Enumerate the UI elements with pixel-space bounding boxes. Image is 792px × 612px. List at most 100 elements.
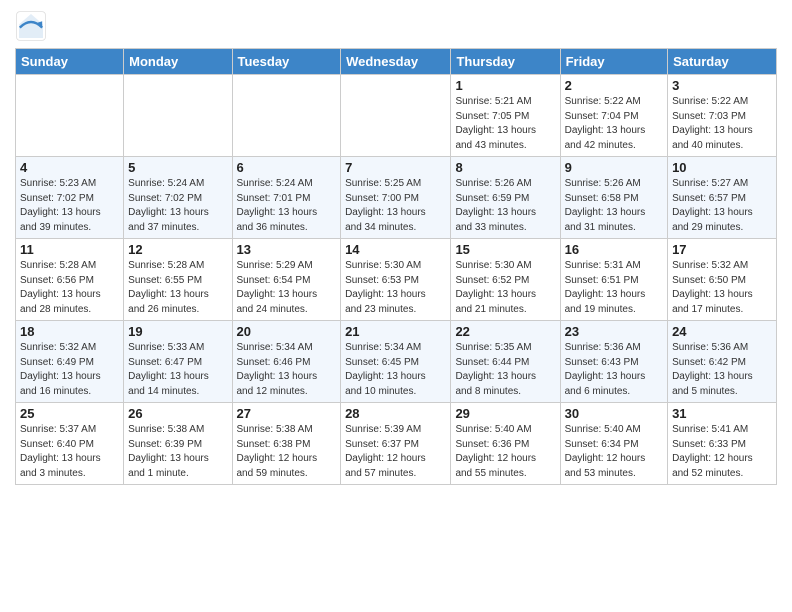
calendar-cell: 19 Sunrise: 5:33 AM Sunset: 6:47 PM Dayli… [124, 321, 232, 403]
day-info: Sunrise: 5:38 AM Sunset: 6:39 PM Dayligh… [128, 423, 227, 481]
calendar-cell: 16 Sunrise: 5:31 AM Sunset: 6:51 PM Dayli… [560, 239, 667, 321]
day-info: Sunrise: 5:22 AM Sunset: 7:03 PM Dayligh… [672, 95, 772, 153]
day-number: 26 [128, 406, 227, 421]
day-info: Sunrise: 5:37 AM Sunset: 6:40 PM Dayligh… [20, 423, 119, 481]
day-number: 3 [672, 78, 772, 93]
calendar-cell: 22 Sunrise: 5:35 AM Sunset: 6:44 PM Dayli… [451, 321, 560, 403]
day-number: 25 [20, 406, 119, 421]
day-number: 4 [20, 160, 119, 175]
day-info: Sunrise: 5:29 AM Sunset: 6:54 PM Dayligh… [237, 259, 337, 317]
day-number: 2 [565, 78, 663, 93]
day-number: 21 [345, 324, 446, 339]
calendar: SundayMondayTuesdayWednesdayThursdayFrid… [15, 48, 777, 485]
week-row-5: 25 Sunrise: 5:37 AM Sunset: 6:40 PM Dayli… [16, 403, 777, 485]
weekday-header-thursday: Thursday [451, 49, 560, 75]
day-number: 9 [565, 160, 663, 175]
day-number: 18 [20, 324, 119, 339]
day-info: Sunrise: 5:28 AM Sunset: 6:55 PM Dayligh… [128, 259, 227, 317]
day-info: Sunrise: 5:32 AM Sunset: 6:50 PM Dayligh… [672, 259, 772, 317]
weekday-header-friday: Friday [560, 49, 667, 75]
logo-icon [15, 10, 47, 42]
day-number: 6 [237, 160, 337, 175]
day-number: 19 [128, 324, 227, 339]
day-number: 29 [455, 406, 555, 421]
weekday-header-monday: Monday [124, 49, 232, 75]
calendar-cell: 9 Sunrise: 5:26 AM Sunset: 6:58 PM Daylig… [560, 157, 667, 239]
calendar-cell: 5Sunrise: 5:24 AM Sunset: 7:02 PM Daylig… [124, 157, 232, 239]
calendar-cell: 2Sunrise: 5:22 AM Sunset: 7:04 PM Daylig… [560, 75, 667, 157]
week-row-2: 4Sunrise: 5:23 AM Sunset: 7:02 PM Daylig… [16, 157, 777, 239]
day-number: 5 [128, 160, 227, 175]
day-info: Sunrise: 5:39 AM Sunset: 6:37 PM Dayligh… [345, 423, 446, 481]
calendar-cell: 12 Sunrise: 5:28 AM Sunset: 6:55 PM Dayli… [124, 239, 232, 321]
day-info: Sunrise: 5:30 AM Sunset: 6:52 PM Dayligh… [455, 259, 555, 317]
day-info: Sunrise: 5:34 AM Sunset: 6:46 PM Dayligh… [237, 341, 337, 399]
calendar-cell: 17Sunrise: 5:32 AM Sunset: 6:50 PM Dayli… [668, 239, 777, 321]
day-info: Sunrise: 5:21 AM Sunset: 7:05 PM Dayligh… [455, 95, 555, 153]
calendar-cell [232, 75, 341, 157]
day-number: 22 [455, 324, 555, 339]
day-info: Sunrise: 5:26 AM Sunset: 6:59 PM Dayligh… [455, 177, 555, 235]
day-info: Sunrise: 5:24 AM Sunset: 7:01 PM Dayligh… [237, 177, 337, 235]
weekday-header-saturday: Saturday [668, 49, 777, 75]
day-number: 7 [345, 160, 446, 175]
day-info: Sunrise: 5:32 AM Sunset: 6:49 PM Dayligh… [20, 341, 119, 399]
calendar-cell: 8 Sunrise: 5:26 AM Sunset: 6:59 PM Daylig… [451, 157, 560, 239]
day-number: 27 [237, 406, 337, 421]
calendar-cell: 26 Sunrise: 5:38 AM Sunset: 6:39 PM Dayli… [124, 403, 232, 485]
calendar-cell [16, 75, 124, 157]
day-info: Sunrise: 5:36 AM Sunset: 6:42 PM Dayligh… [672, 341, 772, 399]
day-number: 12 [128, 242, 227, 257]
day-number: 16 [565, 242, 663, 257]
calendar-cell: 21 Sunrise: 5:34 AM Sunset: 6:45 PM Dayli… [341, 321, 451, 403]
calendar-cell: 31 Sunrise: 5:41 AM Sunset: 6:33 PM Dayli… [668, 403, 777, 485]
day-info: Sunrise: 5:30 AM Sunset: 6:53 PM Dayligh… [345, 259, 446, 317]
day-number: 8 [455, 160, 555, 175]
day-number: 31 [672, 406, 772, 421]
logo [15, 10, 51, 42]
page: SundayMondayTuesdayWednesdayThursdayFrid… [0, 0, 792, 495]
day-number: 15 [455, 242, 555, 257]
calendar-cell: 7 Sunrise: 5:25 AM Sunset: 7:00 PM Daylig… [341, 157, 451, 239]
day-number: 23 [565, 324, 663, 339]
day-info: Sunrise: 5:33 AM Sunset: 6:47 PM Dayligh… [128, 341, 227, 399]
calendar-cell: 28Sunrise: 5:39 AM Sunset: 6:37 PM Dayli… [341, 403, 451, 485]
calendar-cell: 14 Sunrise: 5:30 AM Sunset: 6:53 PM Dayli… [341, 239, 451, 321]
weekday-header-sunday: Sunday [16, 49, 124, 75]
day-info: Sunrise: 5:40 AM Sunset: 6:36 PM Dayligh… [455, 423, 555, 481]
day-number: 14 [345, 242, 446, 257]
day-number: 13 [237, 242, 337, 257]
calendar-cell: 6 Sunrise: 5:24 AM Sunset: 7:01 PM Daylig… [232, 157, 341, 239]
day-info: Sunrise: 5:40 AM Sunset: 6:34 PM Dayligh… [565, 423, 663, 481]
week-row-3: 11 Sunrise: 5:28 AM Sunset: 6:56 PM Dayli… [16, 239, 777, 321]
day-number: 20 [237, 324, 337, 339]
calendar-cell: 18 Sunrise: 5:32 AM Sunset: 6:49 PM Dayli… [16, 321, 124, 403]
day-info: Sunrise: 5:36 AM Sunset: 6:43 PM Dayligh… [565, 341, 663, 399]
day-info: Sunrise: 5:34 AM Sunset: 6:45 PM Dayligh… [345, 341, 446, 399]
weekday-header-tuesday: Tuesday [232, 49, 341, 75]
day-info: Sunrise: 5:41 AM Sunset: 6:33 PM Dayligh… [672, 423, 772, 481]
calendar-cell: 1 Sunrise: 5:21 AM Sunset: 7:05 PM Daylig… [451, 75, 560, 157]
calendar-cell: 23 Sunrise: 5:36 AM Sunset: 6:43 PM Dayli… [560, 321, 667, 403]
calendar-cell: 29 Sunrise: 5:40 AM Sunset: 6:36 PM Dayli… [451, 403, 560, 485]
day-info: Sunrise: 5:35 AM Sunset: 6:44 PM Dayligh… [455, 341, 555, 399]
day-info: Sunrise: 5:38 AM Sunset: 6:38 PM Dayligh… [237, 423, 337, 481]
day-number: 10 [672, 160, 772, 175]
calendar-cell: 10Sunrise: 5:27 AM Sunset: 6:57 PM Dayli… [668, 157, 777, 239]
calendar-cell: 27 Sunrise: 5:38 AM Sunset: 6:38 PM Dayli… [232, 403, 341, 485]
calendar-cell: 13 Sunrise: 5:29 AM Sunset: 6:54 PM Dayli… [232, 239, 341, 321]
calendar-cell: 3 Sunrise: 5:22 AM Sunset: 7:03 PM Daylig… [668, 75, 777, 157]
day-info: Sunrise: 5:31 AM Sunset: 6:51 PM Dayligh… [565, 259, 663, 317]
day-number: 1 [455, 78, 555, 93]
calendar-cell: 24 Sunrise: 5:36 AM Sunset: 6:42 PM Dayli… [668, 321, 777, 403]
day-info: Sunrise: 5:28 AM Sunset: 6:56 PM Dayligh… [20, 259, 119, 317]
calendar-cell [124, 75, 232, 157]
day-info: Sunrise: 5:26 AM Sunset: 6:58 PM Dayligh… [565, 177, 663, 235]
day-number: 30 [565, 406, 663, 421]
day-info: Sunrise: 5:25 AM Sunset: 7:00 PM Dayligh… [345, 177, 446, 235]
day-number: 24 [672, 324, 772, 339]
calendar-cell: 4Sunrise: 5:23 AM Sunset: 7:02 PM Daylig… [16, 157, 124, 239]
calendar-cell: 30 Sunrise: 5:40 AM Sunset: 6:34 PM Dayli… [560, 403, 667, 485]
calendar-cell: 15 Sunrise: 5:30 AM Sunset: 6:52 PM Dayli… [451, 239, 560, 321]
day-number: 11 [20, 242, 119, 257]
